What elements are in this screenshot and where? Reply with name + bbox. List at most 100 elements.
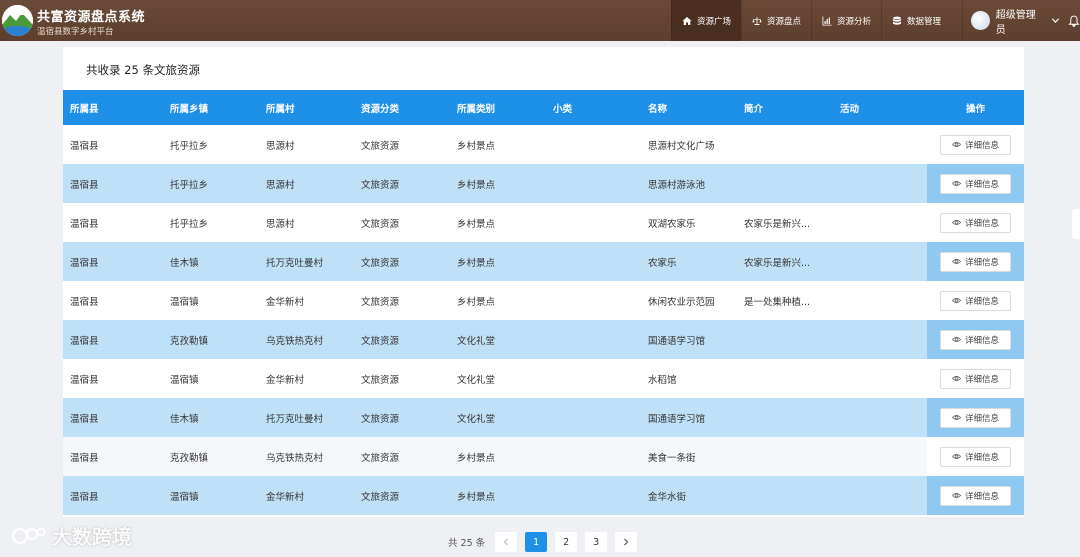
next-page-button[interactable]	[615, 532, 638, 552]
cell-category: 乡村景点	[457, 452, 496, 464]
detail-info-label: 详细信息	[964, 140, 999, 151]
cell-actions: 详细信息	[927, 398, 1024, 437]
watermark-logo-icon	[11, 527, 46, 544]
cell-intro: 农家乐是新兴...	[744, 257, 811, 269]
table-header: 所属县 所属乡镇 所属村 资源分类 所属类别 小类 名称 简介 活动 操作	[63, 90, 1024, 125]
cell-county: 温宿县	[70, 374, 99, 386]
cell-village: 托万克吐曼村	[266, 257, 324, 269]
cell-resource-type: 文旅资源	[361, 257, 400, 269]
table-row: 温宿县 克孜勒镇 乌克铁热克村 文旅资源 乡村景点 美食一条街 详细信息	[63, 437, 1024, 476]
nav-data-management[interactable]: 数据管理	[881, 0, 951, 41]
chevron-right-icon	[624, 538, 629, 546]
detail-info-button[interactable]: 详细信息	[940, 290, 1011, 311]
cell-township: 托乎拉乡	[170, 218, 209, 230]
cell-intro: 是一处集种植...	[744, 296, 811, 308]
cell-village: 托万克吐曼村	[266, 413, 324, 425]
cell-village: 乌克铁热克村	[266, 335, 324, 347]
column-header-resource-type: 资源分类	[361, 103, 400, 115]
eye-icon	[951, 298, 961, 303]
cell-name: 思源村游泳池	[648, 179, 706, 191]
cell-township: 托乎拉乡	[170, 140, 209, 152]
avatar	[971, 11, 990, 30]
prev-page-button[interactable]	[495, 532, 518, 552]
page-button-2[interactable]: 2	[555, 532, 578, 552]
detail-info-label: 详细信息	[964, 374, 999, 385]
side-drawer-handle[interactable]	[1072, 209, 1080, 239]
scale-icon	[752, 16, 762, 25]
table-row: 温宿县 克孜勒镇 乌克铁热克村 文旅资源 文化礼堂 国通语学习馆 详细信息	[63, 320, 1024, 359]
detail-info-button[interactable]: 详细信息	[940, 212, 1011, 233]
eye-icon	[951, 337, 961, 342]
column-header-name: 名称	[648, 103, 668, 115]
nav-resource-square[interactable]: 资源广场	[671, 0, 742, 41]
watermark: 大数跨境	[10, 521, 132, 550]
detail-info-button[interactable]: 详细信息	[940, 329, 1011, 350]
table-row: 温宿县 佳木镇 托万克吐曼村 文旅资源 乡村景点 农家乐 农家乐是新兴... 详细信息	[63, 242, 1024, 281]
cell-actions: 详细信息	[927, 320, 1024, 359]
cell-resource-type: 文旅资源	[361, 179, 400, 191]
pagination: 共 25 条 1 2 3	[448, 532, 638, 552]
table-row: 温宿县 温宿镇 金华新村 文旅资源 文化礼堂 水稻馆 详细信息	[63, 359, 1024, 398]
cell-name: 双湖农家乐	[648, 218, 696, 230]
detail-info-label: 详细信息	[964, 491, 999, 502]
cell-resource-type: 文旅资源	[361, 413, 400, 425]
detail-info-button[interactable]: 详细信息	[940, 251, 1011, 272]
cell-actions: 详细信息	[927, 437, 1024, 476]
nav-resource-analysis[interactable]: 资源分析	[811, 0, 881, 41]
cell-resource-type: 文旅资源	[361, 374, 400, 386]
cell-county: 温宿县	[70, 179, 99, 191]
home-icon	[682, 16, 692, 25]
table-row: 温宿县 托乎拉乡 思源村 文旅资源 乡村景点 思源村文化广场 详细信息	[63, 125, 1024, 164]
column-header-activity: 活动	[840, 103, 860, 115]
cell-county: 温宿县	[70, 296, 99, 308]
cell-name: 水稻馆	[648, 374, 677, 386]
nav-label: 资源广场	[697, 16, 732, 27]
table-row: 温宿县 托乎拉乡 思源村 文旅资源 乡村景点 思源村游泳池 详细信息	[63, 164, 1024, 203]
page-button-3[interactable]: 3	[585, 532, 608, 552]
detail-info-button[interactable]: 详细信息	[940, 407, 1011, 428]
nav-label: 数据管理	[907, 16, 942, 27]
cell-county: 温宿县	[70, 452, 99, 464]
user-menu[interactable]: 超级管理员	[962, 0, 1080, 41]
cell-actions: 详细信息	[927, 476, 1024, 515]
column-header-actions: 操作	[965, 103, 985, 115]
cell-name: 金华水街	[648, 491, 687, 503]
cell-resource-type: 文旅资源	[361, 140, 400, 152]
cell-township: 克孜勒镇	[170, 335, 209, 347]
column-header-village: 所属村	[266, 103, 295, 115]
cell-name: 农家乐	[648, 257, 677, 269]
cell-county: 温宿县	[70, 257, 99, 269]
bell-icon[interactable]	[1068, 15, 1080, 27]
cell-category: 乡村景点	[457, 491, 496, 503]
detail-info-button[interactable]: 详细信息	[940, 368, 1011, 389]
bar-chart-icon	[822, 16, 832, 25]
detail-info-button[interactable]: 详细信息	[940, 134, 1011, 155]
column-header-county: 所属县	[70, 103, 99, 115]
detail-info-button[interactable]: 详细信息	[940, 173, 1011, 194]
detail-info-button[interactable]: 详细信息	[940, 446, 1011, 467]
table-row: 温宿县 温宿镇 金华新村 文旅资源 乡村景点 休闲农业示范园 是一处集种植... 详细信息	[63, 281, 1024, 320]
cell-name: 休闲农业示范园	[648, 296, 715, 308]
cell-village: 金华新村	[266, 374, 305, 386]
app-logo	[2, 5, 33, 36]
cell-county: 温宿县	[70, 413, 99, 425]
detail-info-label: 详细信息	[964, 257, 999, 268]
eye-icon	[951, 220, 961, 225]
column-header-subcategory: 小类	[553, 103, 573, 115]
cell-category: 乡村景点	[457, 296, 496, 308]
cell-township: 温宿镇	[170, 296, 199, 308]
cell-actions: 详细信息	[927, 164, 1024, 203]
detail-info-label: 详细信息	[964, 452, 999, 463]
detail-info-button[interactable]: 详细信息	[940, 485, 1011, 506]
nav-resource-inventory[interactable]: 资源盘点	[741, 0, 811, 41]
cell-resource-type: 文旅资源	[361, 335, 400, 347]
user-name: 超级管理员	[995, 9, 1036, 36]
cell-village: 思源村	[266, 140, 295, 152]
page-button-1[interactable]: 1	[525, 532, 548, 552]
eye-icon	[951, 454, 961, 459]
cell-category: 乡村景点	[457, 257, 496, 269]
cell-county: 温宿县	[70, 491, 99, 503]
cell-category: 乡村景点	[457, 179, 496, 191]
top-header: 共富资源盘点系统 温宿县数字乡村平台 资源广场 资源盘点 资源分析 数据管理 超…	[0, 0, 1080, 41]
cell-resource-type: 文旅资源	[361, 452, 400, 464]
